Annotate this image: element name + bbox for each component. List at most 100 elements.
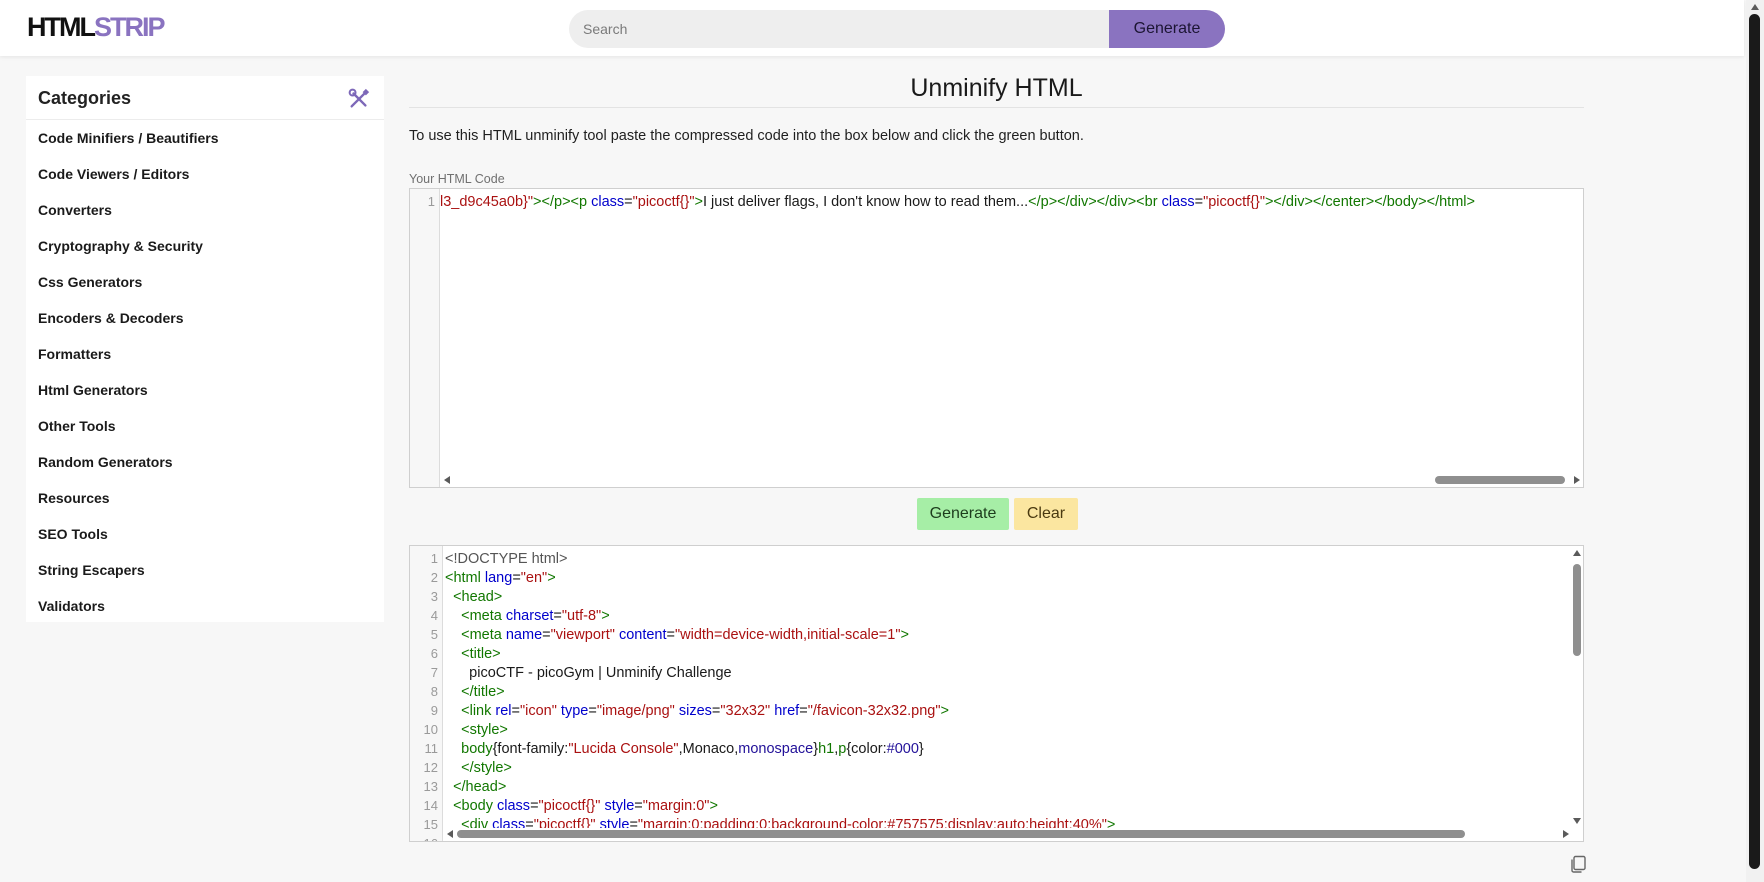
scroll-right-arrow-icon[interactable] <box>1563 830 1569 838</box>
code-token: body <box>461 741 493 757</box>
input-scrollbar-thumb[interactable] <box>1435 476 1565 484</box>
code-token: = <box>530 798 539 814</box>
page-scrollbar[interactable] <box>1746 0 1764 882</box>
sidebar-item-html-generators[interactable]: Html Generators <box>26 372 384 408</box>
code-token: "viewport" <box>550 627 615 643</box>
code-token: class <box>497 798 531 814</box>
code-token: </p></div></div><br <box>1028 194 1162 210</box>
code-token: #000 <box>886 741 919 757</box>
input-horizontal-scrollbar[interactable] <box>440 474 1583 486</box>
logo-text-strip: STRIP <box>93 12 166 42</box>
code-token: <meta <box>461 608 506 624</box>
code-token: = <box>634 798 643 814</box>
code-token: "/favicon-32x32.png" <box>807 703 941 719</box>
code-line[interactable]: </head> <box>445 778 506 797</box>
code-token: <html <box>445 570 485 586</box>
code-token: ></div></center></body></html> <box>1264 194 1475 210</box>
code-line[interactable]: <body class="picoctf{}" style="margin:0"… <box>445 797 718 816</box>
sidebar-item-code-viewers-editors[interactable]: Code Viewers / Editors <box>26 156 384 192</box>
tools-icon[interactable] <box>348 88 370 110</box>
line-number: 4 <box>430 608 438 623</box>
site-logo[interactable]: HTMLSTRIP <box>27 11 166 43</box>
code-token: = <box>511 703 520 719</box>
code-line[interactable]: <!DOCTYPE html> <box>445 550 567 569</box>
sidebar-item-resources[interactable]: Resources <box>26 480 384 516</box>
sidebar-list: Code Minifiers / Beautifiers Code Viewers… <box>26 120 384 624</box>
code-line[interactable]: <style> <box>445 721 508 740</box>
code-line[interactable]: picoCTF - picoGym | Unminify Challenge <box>445 664 732 683</box>
output-vscroll-thumb[interactable] <box>1573 564 1581 656</box>
code-token: "32x32" <box>720 703 771 719</box>
code-token: > <box>940 703 949 719</box>
sidebar-item-encoders-decoders[interactable]: Encoders & Decoders <box>26 300 384 336</box>
search-input[interactable] <box>569 10 1114 48</box>
output-hscroll-thumb[interactable] <box>457 830 1465 838</box>
code-line[interactable]: <title> <box>445 645 501 664</box>
code-token: = <box>1194 194 1204 210</box>
code-token: l3_d9c45a0b}" <box>440 194 534 210</box>
sidebar-item-converters[interactable]: Converters <box>26 192 384 228</box>
code-line[interactable]: <head> <box>445 588 502 607</box>
code-token: I just deliver flags, I don't know how t… <box>702 194 1029 210</box>
categories-sidebar: Categories Code Minifiers / Beautifiers C… <box>26 76 384 622</box>
generate-button[interactable]: Generate <box>917 498 1009 530</box>
sidebar-item-random-generators[interactable]: Random Generators <box>26 444 384 480</box>
code-token: "picoctf{}" <box>1203 194 1265 210</box>
code-token: <title> <box>461 646 501 662</box>
line-number-gutter: 12345678910111213141516 <box>410 546 443 841</box>
scroll-left-arrow-icon[interactable] <box>444 476 450 484</box>
code-line[interactable]: <link rel="icon" type="image/png" sizes=… <box>445 702 949 721</box>
main-content: Unminify HTML To use this HTML unminify … <box>409 70 1584 842</box>
page-scrollbar-thumb[interactable] <box>1749 14 1760 869</box>
sidebar-item-css-generators[interactable]: Css Generators <box>26 264 384 300</box>
code-token: lang <box>484 570 513 586</box>
sidebar-header: Categories <box>26 76 384 120</box>
input-label: Your HTML Code <box>409 172 505 186</box>
sidebar-item-cryptography-security[interactable]: Cryptography & Security <box>26 228 384 264</box>
output-horizontal-scrollbar[interactable] <box>443 828 1571 840</box>
code-token: = <box>588 703 597 719</box>
code-token: ></p><p <box>533 194 592 210</box>
clear-button[interactable]: Clear <box>1014 498 1078 530</box>
scroll-right-arrow-icon[interactable] <box>1574 476 1580 484</box>
scroll-up-arrow-icon[interactable] <box>1751 4 1759 10</box>
scroll-up-arrow-icon[interactable] <box>1573 550 1581 556</box>
html-output-editor[interactable]: 12345678910111213141516 <!DOCTYPE html><… <box>409 545 1584 842</box>
top-header: HTMLSTRIP Generate <box>0 0 1744 56</box>
code-line[interactable]: </title> <box>445 683 505 702</box>
sidebar-item-formatters[interactable]: Formatters <box>26 336 384 372</box>
sidebar-item-validators[interactable]: Validators <box>26 588 384 624</box>
output-vertical-scrollbar[interactable] <box>1571 546 1583 827</box>
code-line[interactable]: <meta name="viewport" content="width=dev… <box>445 626 909 645</box>
code-token: picoCTF - picoGym | Unminify Challenge <box>445 665 732 681</box>
sidebar-item-seo-tools[interactable]: SEO Tools <box>26 516 384 552</box>
copy-icon[interactable] <box>1568 854 1588 874</box>
line-number: 1 <box>430 551 438 566</box>
line-number: 10 <box>423 722 438 737</box>
code-token: "utf-8" <box>561 608 602 624</box>
sidebar-item-code-minifiers-beautifiers[interactable]: Code Minifiers / Beautifiers <box>26 120 384 156</box>
html-input-editor[interactable]: 1 l3_d9c45a0b}"></p><p class="picoctf{}"… <box>409 188 1584 488</box>
code-line[interactable]: </style> <box>445 759 512 778</box>
scroll-down-arrow-icon[interactable] <box>1573 818 1581 824</box>
code-line[interactable]: l3_d9c45a0b}"></p><p class="picoctf{}">I… <box>440 193 1475 212</box>
code-line[interactable]: <meta charset="utf-8"> <box>445 607 610 626</box>
search-generate-button[interactable]: Generate <box>1109 10 1225 48</box>
scroll-left-arrow-icon[interactable] <box>447 830 453 838</box>
sidebar-item-string-escapers[interactable]: String Escapers <box>26 552 384 588</box>
code-token: > <box>547 570 556 586</box>
line-number: 6 <box>430 646 438 661</box>
code-line[interactable]: <html lang="en"> <box>445 569 556 588</box>
sidebar-item-other-tools[interactable]: Other Tools <box>26 408 384 444</box>
code-line[interactable]: body{font-family:"Lucida Console",Monaco… <box>445 740 924 759</box>
line-number: 7 <box>430 665 438 680</box>
code-token: ,Monaco, <box>678 741 739 757</box>
